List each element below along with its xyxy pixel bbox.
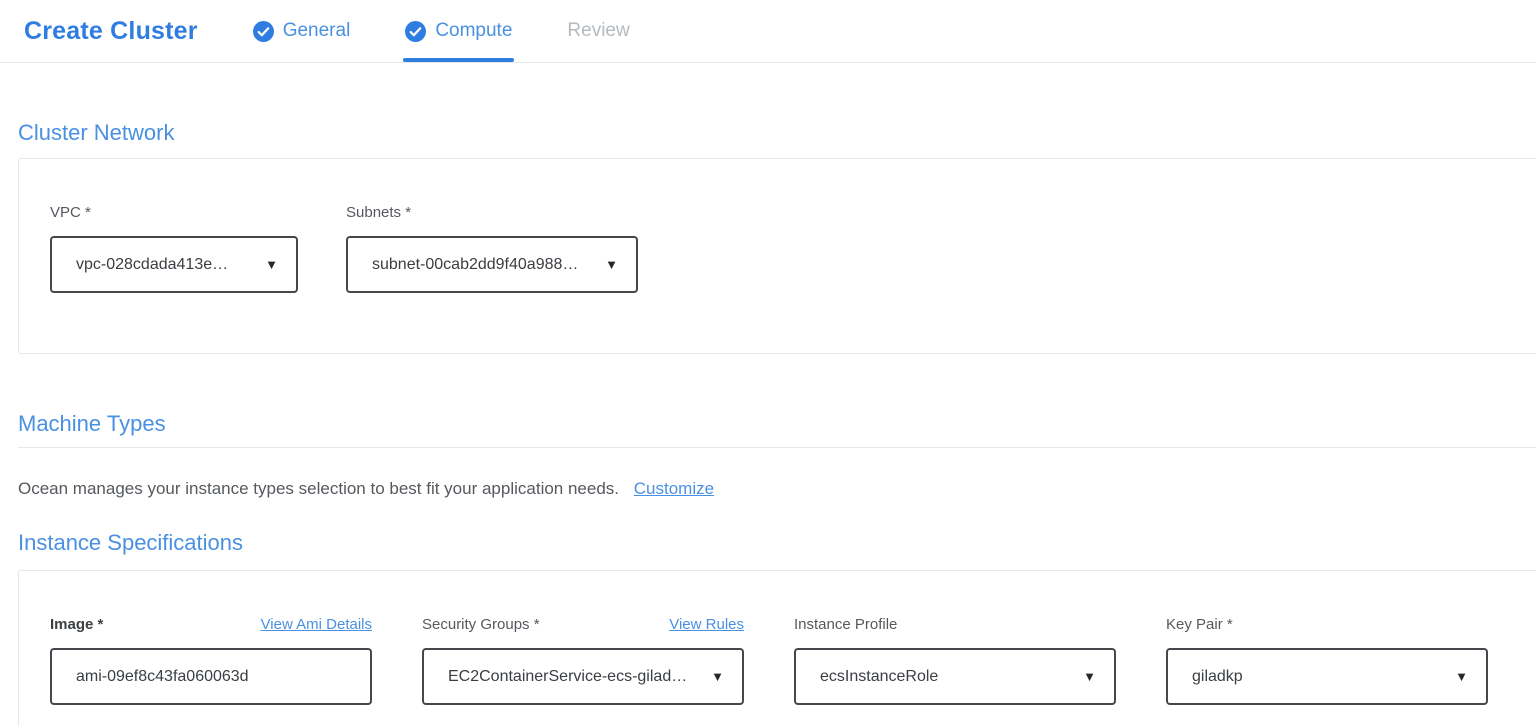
- instance-profile-label: Instance Profile: [794, 616, 897, 633]
- vpc-field: VPC * vpc-028cdada413e… ▼: [50, 204, 298, 293]
- tab-general[interactable]: General: [253, 0, 351, 62]
- machine-types-divider: [18, 447, 1536, 448]
- subnets-select[interactable]: subnet-00cab2dd9f40a988… ▼: [346, 236, 638, 293]
- check-circle-icon: [253, 21, 274, 42]
- tab-review[interactable]: Review: [567, 0, 629, 62]
- chevron-down-icon: ▼: [605, 257, 618, 272]
- subnets-label: Subnets *: [346, 204, 411, 221]
- active-tab-underline: [403, 58, 514, 62]
- customize-link[interactable]: Customize: [634, 479, 714, 498]
- image-label: Image *: [50, 616, 103, 633]
- view-rules-link[interactable]: View Rules: [669, 616, 744, 633]
- key-pair-selected-value: giladkp: [1192, 668, 1445, 686]
- chevron-down-icon: ▼: [1455, 669, 1468, 684]
- tab-review-label: Review: [567, 20, 629, 42]
- machine-types-description: Ocean manages your instance types select…: [18, 479, 1536, 499]
- chevron-down-icon: ▼: [1083, 669, 1096, 684]
- image-field: Image * View Ami Details: [50, 616, 372, 705]
- view-ami-details-link[interactable]: View Ami Details: [261, 616, 372, 633]
- check-circle-icon: [405, 21, 426, 42]
- security-groups-selected-value: EC2ContainerService-ecs-gilad…: [448, 668, 701, 686]
- instance-specifications-card: Image * View Ami Details Security Groups…: [18, 570, 1536, 726]
- instance-specifications-heading: Instance Specifications: [18, 530, 1536, 556]
- instance-profile-selected-value: ecsInstanceRole: [820, 668, 1073, 686]
- instance-profile-field: Instance Profile ecsInstanceRole ▼: [794, 616, 1116, 705]
- cluster-network-heading: Cluster Network: [18, 120, 1536, 146]
- tab-general-label: General: [283, 20, 351, 42]
- wizard-header: Create Cluster General Compute Review: [0, 0, 1536, 63]
- security-groups-label: Security Groups *: [422, 616, 540, 633]
- machine-types-description-text: Ocean manages your instance types select…: [18, 479, 619, 498]
- subnets-selected-value: subnet-00cab2dd9f40a988…: [372, 256, 595, 274]
- key-pair-field: Key Pair * giladkp ▼: [1166, 616, 1488, 705]
- tab-compute[interactable]: Compute: [405, 0, 512, 62]
- vpc-select[interactable]: vpc-028cdada413e… ▼: [50, 236, 298, 293]
- security-groups-select[interactable]: EC2ContainerService-ecs-gilad… ▼: [422, 648, 744, 705]
- chevron-down-icon: ▼: [265, 257, 278, 272]
- tab-compute-label: Compute: [435, 20, 512, 42]
- subnets-field: Subnets * subnet-00cab2dd9f40a988… ▼: [346, 204, 638, 293]
- key-pair-select[interactable]: giladkp ▼: [1166, 648, 1488, 705]
- security-groups-field: Security Groups * View Rules EC2Containe…: [422, 616, 744, 705]
- vpc-selected-value: vpc-028cdada413e…: [76, 256, 255, 274]
- key-pair-label: Key Pair *: [1166, 616, 1233, 633]
- chevron-down-icon: ▼: [711, 669, 724, 684]
- instance-profile-select[interactable]: ecsInstanceRole ▼: [794, 648, 1116, 705]
- cluster-network-card: VPC * vpc-028cdada413e… ▼ Subnets * subn…: [18, 158, 1536, 354]
- machine-types-heading: Machine Types: [18, 411, 1536, 437]
- vpc-label: VPC *: [50, 204, 91, 221]
- page-title: Create Cluster: [24, 17, 198, 46]
- image-input[interactable]: [50, 648, 372, 705]
